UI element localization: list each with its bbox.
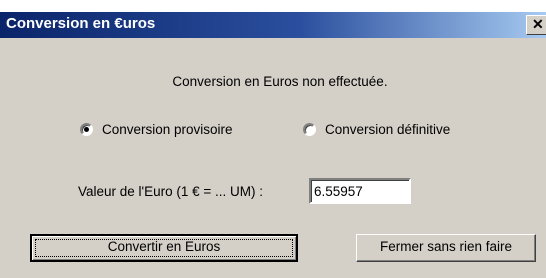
radio-selected-dot bbox=[84, 127, 89, 132]
status-message: Conversion en Euros non effectuée. bbox=[172, 74, 388, 89]
close-icon: ✕ bbox=[532, 16, 544, 32]
radio-provisional[interactable]: Conversion provisoire bbox=[80, 122, 233, 137]
radio-provisional-label: Conversion provisoire bbox=[102, 122, 233, 137]
close-without-action-button[interactable]: Fermer sans rien faire bbox=[356, 234, 536, 262]
euro-value-input[interactable] bbox=[309, 178, 411, 204]
close-without-action-label: Fermer sans rien faire bbox=[379, 239, 513, 254]
window-title: Conversion en €uros bbox=[6, 15, 156, 32]
radio-definitive-circle[interactable] bbox=[303, 123, 316, 136]
focus-rectangle bbox=[35, 239, 293, 257]
convert-button[interactable]: Convertir en Euros bbox=[30, 234, 298, 262]
radio-provisional-circle[interactable] bbox=[80, 123, 93, 136]
euro-value-label: Valeur de l'Euro (1 € = ... UM) : bbox=[78, 184, 264, 199]
close-button[interactable]: ✕ bbox=[526, 15, 546, 35]
title-bar[interactable]: Conversion en €uros ✕ bbox=[0, 12, 546, 38]
radio-definitive[interactable]: Conversion définitive bbox=[303, 122, 450, 137]
radio-definitive-label: Conversion définitive bbox=[325, 122, 451, 137]
conversion-dialog: Conversion en €uros ✕ Conversion en Euro… bbox=[0, 12, 546, 278]
